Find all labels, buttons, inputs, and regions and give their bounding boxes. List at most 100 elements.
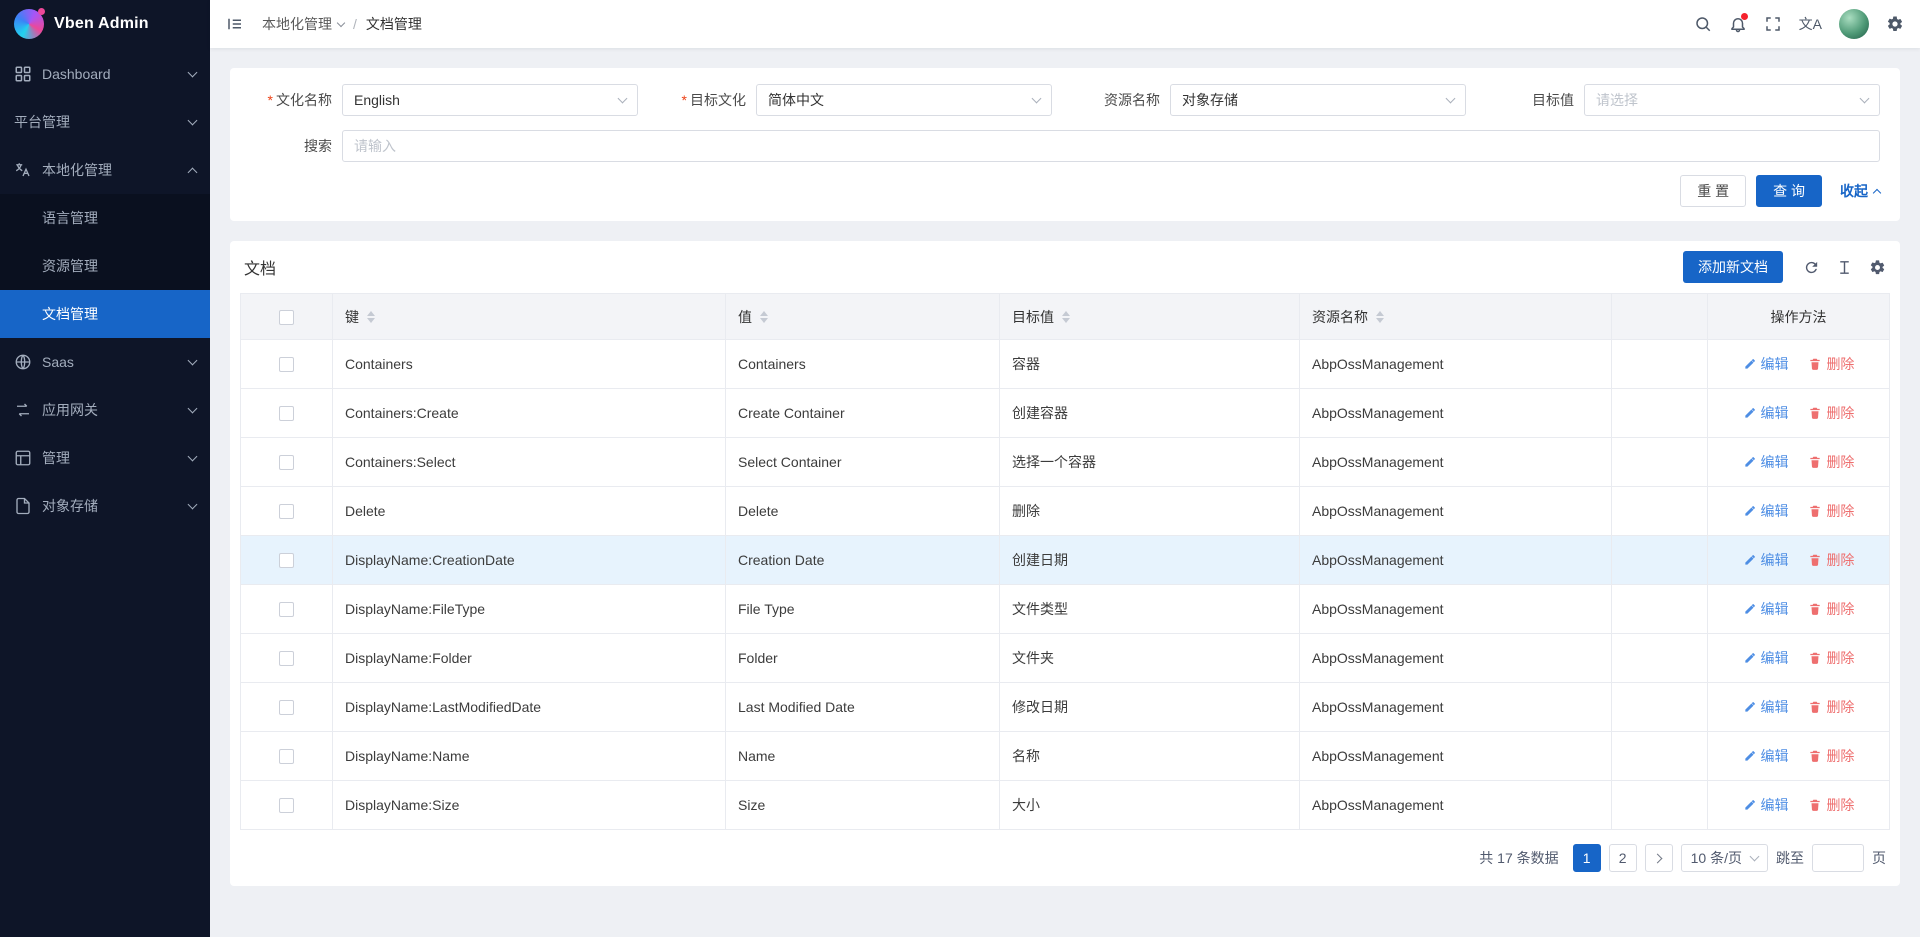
delete-button[interactable]: 删除 xyxy=(1808,599,1854,619)
column-settings-gear-icon[interactable] xyxy=(1869,259,1886,276)
table-row: Containers:Select Select Container 选择一个容… xyxy=(241,438,1890,487)
edit-button[interactable]: 编辑 xyxy=(1743,599,1789,619)
delete-button[interactable]: 删除 xyxy=(1808,550,1854,570)
delete-button[interactable]: 删除 xyxy=(1808,795,1854,815)
sidebar-item-platform[interactable]: 平台管理 xyxy=(0,98,210,146)
edit-button[interactable]: 编辑 xyxy=(1743,795,1789,815)
settings-gear-icon[interactable] xyxy=(1886,15,1904,33)
search-icon[interactable] xyxy=(1694,15,1712,33)
query-button[interactable]: 查 询 xyxy=(1756,175,1822,207)
row-checkbox[interactable] xyxy=(279,553,294,568)
edit-button[interactable]: 编辑 xyxy=(1743,697,1789,717)
delete-button[interactable]: 删除 xyxy=(1808,403,1854,423)
sidebar-item-gateway[interactable]: 应用网关 xyxy=(0,386,210,434)
notification-dot xyxy=(1741,13,1748,20)
logo-text: Vben Admin xyxy=(54,15,149,33)
cell-empty xyxy=(1612,732,1708,781)
page-button-2[interactable]: 2 xyxy=(1609,844,1637,872)
delete-button[interactable]: 删除 xyxy=(1808,354,1854,374)
column-header-value[interactable]: 值 xyxy=(726,294,1000,340)
cell-empty xyxy=(1612,487,1708,536)
edit-button[interactable]: 编辑 xyxy=(1743,648,1789,668)
page-button-1[interactable]: 1 xyxy=(1573,844,1601,872)
sidebar-item-object-storage[interactable]: 对象存储 xyxy=(0,482,210,530)
sort-icon[interactable] xyxy=(760,311,768,323)
edit-button[interactable]: 编辑 xyxy=(1743,452,1789,472)
row-checkbox[interactable] xyxy=(279,700,294,715)
culture-select[interactable]: English xyxy=(342,84,638,116)
column-header-key[interactable]: 键 xyxy=(333,294,726,340)
next-page-button[interactable] xyxy=(1645,844,1673,872)
jump-page-input[interactable] xyxy=(1812,844,1864,872)
target-value-select[interactable]: 请选择 xyxy=(1584,84,1880,116)
edit-button[interactable]: 编辑 xyxy=(1743,550,1789,570)
sidebar-item-resource-management[interactable]: 资源管理 xyxy=(0,242,210,290)
notification-button[interactable] xyxy=(1729,15,1747,33)
sidebar-item-document-management[interactable]: 文档管理 xyxy=(0,290,210,338)
sort-icon[interactable] xyxy=(367,311,375,323)
cell-value: Size xyxy=(726,781,1000,830)
target-culture-field: *目标文化 简体中文 xyxy=(664,84,1052,116)
avatar[interactable] xyxy=(1839,9,1869,39)
cell-resource: AbpOssManagement xyxy=(1300,487,1612,536)
add-document-button[interactable]: 添加新文档 xyxy=(1683,251,1783,283)
row-checkbox[interactable] xyxy=(279,406,294,421)
translate-icon[interactable]: 文A xyxy=(1799,17,1822,31)
delete-button[interactable]: 删除 xyxy=(1808,452,1854,472)
cell-value: Create Container xyxy=(726,389,1000,438)
row-checkbox[interactable] xyxy=(279,455,294,470)
sidebar-item-dashboard[interactable]: Dashboard xyxy=(0,50,210,98)
edit-button[interactable]: 编辑 xyxy=(1743,403,1789,423)
sidebar-item-localization[interactable]: 本地化管理 xyxy=(0,146,210,194)
refresh-icon[interactable] xyxy=(1803,259,1820,276)
sidebar-item-saas[interactable]: Saas xyxy=(0,338,210,386)
collapse-link[interactable]: 收起 xyxy=(1840,181,1880,201)
required-mark: * xyxy=(268,92,273,108)
reset-button[interactable]: 重 置 xyxy=(1680,175,1746,207)
page-size-select[interactable]: 10 条/页 xyxy=(1681,844,1768,872)
chevron-right-icon xyxy=(1653,853,1663,863)
column-header-target[interactable]: 目标值 xyxy=(1000,294,1300,340)
row-checkbox[interactable] xyxy=(279,504,294,519)
row-height-icon[interactable] xyxy=(1836,259,1853,276)
sort-icon[interactable] xyxy=(1062,311,1070,323)
logo[interactable]: Vben Admin xyxy=(0,0,210,48)
chevron-down-icon xyxy=(188,404,198,414)
breadcrumb-parent[interactable]: 本地化管理 xyxy=(262,14,344,34)
table-row: DisplayName:Folder Folder 文件夹 AbpOssMana… xyxy=(241,634,1890,683)
row-checkbox[interactable] xyxy=(279,651,294,666)
pagination: 共 17 条数据 1 2 10 条/页 跳至 页 xyxy=(240,830,1890,878)
delete-button[interactable]: 删除 xyxy=(1808,697,1854,717)
cell-value: Containers xyxy=(726,340,1000,389)
column-header-resource[interactable]: 资源名称 xyxy=(1300,294,1612,340)
fullscreen-icon[interactable] xyxy=(1764,15,1782,33)
edit-button[interactable]: 编辑 xyxy=(1743,501,1789,521)
row-checkbox[interactable] xyxy=(279,749,294,764)
cell-empty xyxy=(1612,585,1708,634)
resource-select[interactable]: 对象存储 xyxy=(1170,84,1466,116)
cell-target: 删除 xyxy=(1000,487,1300,536)
cell-key: DisplayName:FileType xyxy=(333,585,726,634)
cell-value: Name xyxy=(726,732,1000,781)
cell-target: 容器 xyxy=(1000,340,1300,389)
row-checkbox[interactable] xyxy=(279,357,294,372)
cell-value: Last Modified Date xyxy=(726,683,1000,732)
delete-button[interactable]: 删除 xyxy=(1808,746,1854,766)
sidebar-item-language-management[interactable]: 语言管理 xyxy=(0,194,210,242)
menu-fold-icon[interactable] xyxy=(226,15,244,33)
cell-key: Delete xyxy=(333,487,726,536)
row-checkbox[interactable] xyxy=(279,602,294,617)
breadcrumb-separator: / xyxy=(353,16,357,32)
table-header-row: 键 值 目标值 资源名称 操作方法 xyxy=(241,294,1890,340)
sort-icon[interactable] xyxy=(1376,311,1384,323)
row-checkbox[interactable] xyxy=(279,798,294,813)
sidebar-item-management[interactable]: 管理 xyxy=(0,434,210,482)
select-all-checkbox[interactable] xyxy=(279,310,294,325)
target-culture-select[interactable]: 简体中文 xyxy=(756,84,1052,116)
edit-button[interactable]: 编辑 xyxy=(1743,746,1789,766)
delete-button[interactable]: 删除 xyxy=(1808,648,1854,668)
search-input[interactable] xyxy=(342,130,1880,162)
cell-resource: AbpOssManagement xyxy=(1300,585,1612,634)
edit-button[interactable]: 编辑 xyxy=(1743,354,1789,374)
delete-button[interactable]: 删除 xyxy=(1808,501,1854,521)
